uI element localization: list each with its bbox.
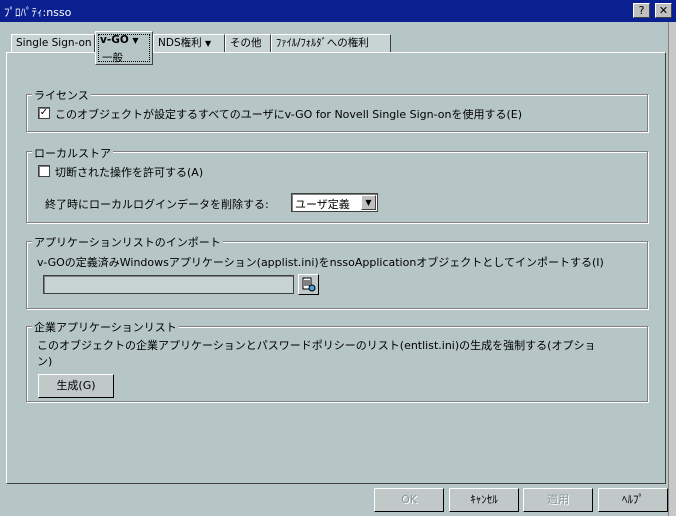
tab-v-go[interactable]: v-GO ▼ 一般 — [95, 31, 153, 65]
delete-on-exit-value: ユーザ定義 — [295, 198, 350, 211]
license-group-label: ライセンス — [32, 87, 91, 103]
app-import-group-label: アプリケーションリストのインポート — [32, 234, 223, 250]
cancel-button[interactable]: ｷｬﾝｾﾙ — [449, 488, 519, 512]
tab-other[interactable]: その他 — [225, 34, 271, 52]
tab-nds-rights[interactable]: NDS権利 ▼ — [153, 34, 225, 52]
enterprise-description-line2: ン) — [37, 355, 53, 368]
app-import-description: v-GOの定義済みWindowsアプリケーション(applist.ini)をns… — [37, 256, 604, 269]
tab-label: その他 — [230, 37, 262, 49]
enterprise-description-line1: このオブジェクトの企業アプリケーションとパスワードポリシーのリスト(entlis… — [37, 339, 596, 352]
browse-file-icon[interactable] — [298, 274, 319, 295]
license-checkbox[interactable]: ✓ — [38, 107, 50, 119]
ok-button[interactable]: OK — [374, 488, 444, 512]
delete-on-exit-label: 終了時にローカルログインデータを削除する: — [45, 198, 269, 211]
enterprise-group-label: 企業アプリケーションリスト — [32, 319, 179, 335]
allow-offline-checkbox[interactable] — [38, 165, 50, 177]
tab-subpage-label: 一般 — [102, 52, 123, 64]
license-checkbox-label: このオブジェクトが設定するすべてのユーザにv-GO for Novell Sin… — [55, 108, 523, 121]
window-edge — [668, 22, 676, 516]
title-bar[interactable]: ﾌﾟﾛﾊﾟﾃｨ:nsso ? ✕ — [0, 0, 676, 22]
local-store-group — [26, 151, 648, 223]
tab-label: ﾌｧｲﾙ/ﾌｫﾙﾀﾞへの権利 — [276, 37, 369, 49]
tab-label: NDS権利 — [158, 37, 202, 49]
close-icon[interactable]: ✕ — [655, 3, 672, 18]
help-icon[interactable]: ? — [633, 3, 650, 18]
dropdown-arrow-icon[interactable]: ▼ — [361, 195, 376, 210]
allow-offline-label: 切断された操作を許可する(A) — [55, 166, 204, 179]
tab-single-sign-on[interactable]: Single Sign-on — [11, 34, 95, 52]
window-title: ﾌﾟﾛﾊﾟﾃｨ:nsso — [4, 6, 72, 19]
tab-label: Single Sign-on — [16, 37, 92, 49]
delete-on-exit-select[interactable]: ユーザ定義 ▼ — [291, 193, 378, 212]
tab-file-folder-rights[interactable]: ﾌｧｲﾙ/ﾌｫﾙﾀﾞへの権利 — [271, 34, 391, 52]
apply-button[interactable]: 適用 — [523, 488, 593, 512]
local-store-group-label: ローカルストア — [32, 145, 113, 161]
applist-path-input[interactable] — [43, 275, 294, 294]
generate-button[interactable]: 生成(G) — [38, 374, 114, 398]
chevron-down-icon: ▼ — [204, 39, 212, 48]
help-button[interactable]: ﾍﾙﾌﾟ — [598, 488, 668, 512]
